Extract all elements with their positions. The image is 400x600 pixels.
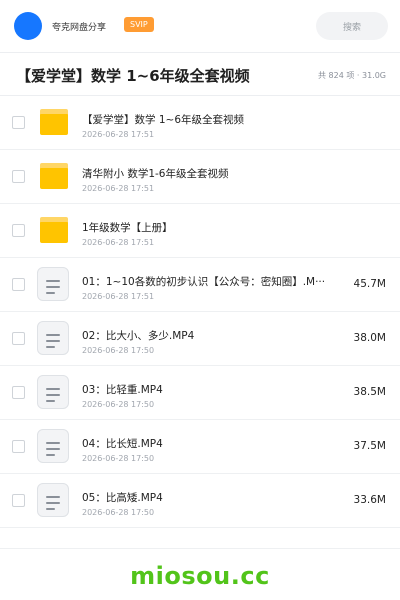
select-checkbox[interactable] bbox=[12, 386, 25, 399]
select-checkbox[interactable] bbox=[12, 170, 25, 183]
file-row[interactable]: 04：比长短.MP4 2026-06-28 17:50 37.5M bbox=[0, 420, 400, 474]
folder-title: 【爱学堂】数学 1~6年级全套视频 bbox=[16, 67, 250, 85]
item-date: 2026-06-28 17:51 bbox=[82, 130, 155, 139]
select-checkbox[interactable] bbox=[12, 224, 25, 237]
item-name: 03：比轻重.MP4 bbox=[82, 384, 163, 396]
folder-row[interactable]: 清华附小 数学1-6年级全套视频 2026-06-28 17:51 bbox=[0, 150, 400, 204]
item-date: 2026-06-28 17:51 bbox=[82, 184, 155, 193]
file-row[interactable]: 01：1~10各数的初步认识【公众号：密知圈】.M··· 2026-06-28 1… bbox=[0, 258, 400, 312]
share-name: 夸克网盘分享 bbox=[52, 23, 107, 33]
item-name: 1年级数学【上册】 bbox=[82, 222, 173, 234]
select-checkbox[interactable] bbox=[12, 494, 25, 507]
header-divider bbox=[0, 52, 400, 53]
avatar[interactable] bbox=[14, 12, 42, 40]
video-file-icon bbox=[37, 267, 69, 301]
file-row[interactable]: 03：比轻重.MP4 2026-06-28 17:50 38.5M bbox=[0, 366, 400, 420]
svip-badge: SVIP bbox=[124, 17, 154, 32]
folder-row[interactable]: 【爱学堂】数学 1~6年级全套视频 2026-06-28 17:51 bbox=[0, 96, 400, 150]
item-size: 45.7M bbox=[353, 278, 386, 290]
select-checkbox[interactable] bbox=[12, 440, 25, 453]
video-file-icon bbox=[37, 429, 69, 463]
item-name: 【爱学堂】数学 1~6年级全套视频 bbox=[82, 114, 244, 126]
item-date: 2026-06-28 17:50 bbox=[82, 454, 155, 463]
header: 夸克网盘分享 SVIP 搜索 bbox=[0, 0, 400, 52]
item-size: 33.6M bbox=[353, 494, 386, 506]
select-checkbox[interactable] bbox=[12, 116, 25, 129]
share-page: 夸克网盘分享 SVIP 搜索 【爱学堂】数学 1~6年级全套视频 共 824 项… bbox=[0, 0, 400, 600]
watermark: miosou.cc bbox=[130, 562, 270, 590]
item-date: 2026-06-28 17:50 bbox=[82, 400, 155, 409]
search-label: 搜索 bbox=[342, 22, 361, 33]
select-checkbox[interactable] bbox=[12, 332, 25, 345]
search-button[interactable]: 搜索 bbox=[316, 12, 388, 40]
item-size: 38.0M bbox=[353, 332, 386, 344]
folder-icon bbox=[40, 217, 68, 243]
file-list: 【爱学堂】数学 1~6年级全套视频 2026-06-28 17:51 清华附小 数学… bbox=[0, 96, 400, 528]
item-name: 04：比长短.MP4 bbox=[82, 438, 163, 450]
item-size: 37.5M bbox=[353, 440, 386, 452]
folder-row[interactable]: 1年级数学【上册】 2026-06-28 17:51 bbox=[0, 204, 400, 258]
folder-meta: 共 824 项 · 31.0G bbox=[318, 71, 386, 80]
video-file-icon bbox=[37, 321, 69, 355]
video-file-icon bbox=[37, 483, 69, 517]
video-file-icon bbox=[37, 375, 69, 409]
item-date: 2026-06-28 17:51 bbox=[82, 292, 155, 301]
folder-icon bbox=[40, 163, 68, 189]
item-date: 2026-06-28 17:50 bbox=[82, 346, 155, 355]
item-name: 05：比高矮.MP4 bbox=[82, 492, 163, 504]
file-row[interactable]: 02：比大小、多少.MP4 2026-06-28 17:50 38.0M bbox=[0, 312, 400, 366]
item-size: 38.5M bbox=[353, 386, 386, 398]
file-row[interactable]: 05：比高矮.MP4 2026-06-28 17:50 33.6M bbox=[0, 474, 400, 528]
item-name: 02：比大小、多少.MP4 bbox=[82, 330, 195, 342]
item-name: 清华附小 数学1-6年级全套视频 bbox=[82, 168, 229, 180]
item-date: 2026-06-28 17:51 bbox=[82, 238, 155, 247]
folder-icon bbox=[40, 109, 68, 135]
item-date: 2026-06-28 17:50 bbox=[82, 508, 155, 517]
select-checkbox[interactable] bbox=[12, 278, 25, 291]
item-name: 01：1~10各数的初步认识【公众号：密知圈】.M··· bbox=[82, 276, 326, 288]
